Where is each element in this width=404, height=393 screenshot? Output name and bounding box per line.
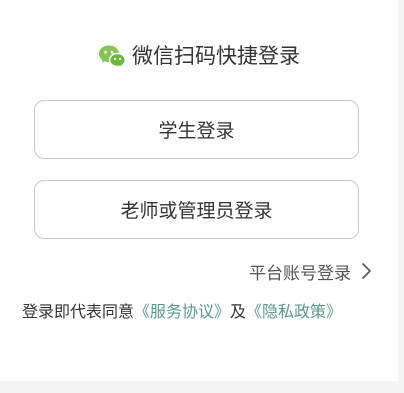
- page-title: 微信扫码快捷登录: [132, 44, 300, 68]
- chevron-right-icon: [362, 263, 371, 279]
- platform-account-login-label: 平台账号登录: [249, 263, 351, 284]
- platform-account-login-link[interactable]: 平台账号登录: [249, 259, 372, 284]
- service-agreement-link[interactable]: 《服务协议》: [134, 302, 230, 321]
- privacy-policy-link[interactable]: 《隐私政策》: [246, 302, 342, 321]
- login-card: 微信扫码快捷登录 学生登录 老师或管理员登录 平台账号登录 登录即代表同意《服务…: [0, 0, 398, 381]
- agreement-prefix: 登录即代表同意: [22, 302, 135, 321]
- agreement-notice: 登录即代表同意《服务协议》及《隐私政策》: [22, 301, 342, 323]
- teacher-admin-login-button[interactable]: 老师或管理员登录: [34, 180, 359, 239]
- agreement-conjunction: 及: [230, 302, 247, 321]
- wechat-icon: [99, 45, 126, 68]
- student-login-button[interactable]: 学生登录: [34, 100, 359, 159]
- title-row: 微信扫码快捷登录: [0, 40, 398, 72]
